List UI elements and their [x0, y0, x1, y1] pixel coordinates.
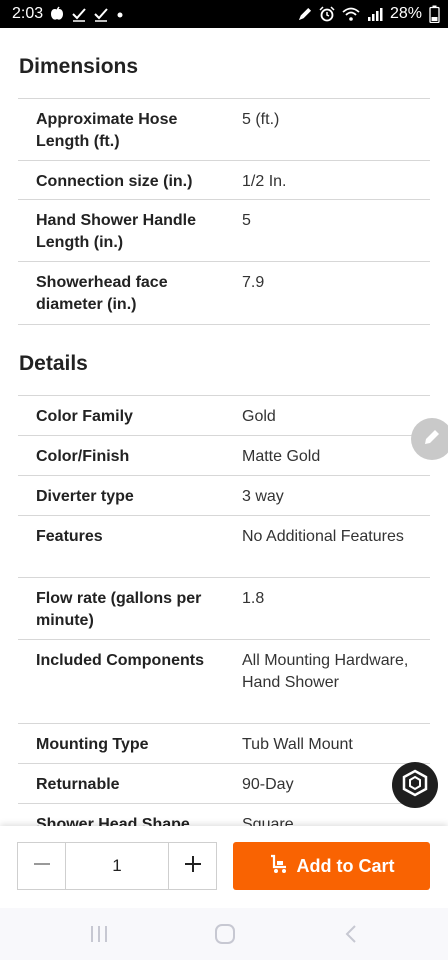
add-to-cart-bar: 1 Add to Cart [0, 826, 448, 908]
signal-icon [367, 6, 383, 22]
spec-row: Color Family Gold [18, 395, 430, 436]
decrease-quantity-button[interactable] [18, 843, 65, 889]
minus-icon [32, 854, 52, 879]
spec-row: Connection size (in.) 1/2 In. [18, 160, 430, 200]
spec-label: Approximate Hose Length (ft.) [36, 111, 178, 150]
increase-quantity-button[interactable] [169, 843, 216, 889]
spec-label: Color Family [36, 408, 133, 425]
spec-row: Included Components All Mounting Hardwar… [18, 639, 430, 724]
spec-row: Hand Shower Handle Length (in.) 5 [18, 199, 430, 262]
pen-icon [297, 7, 312, 22]
spec-value: 5 (ft.) [242, 111, 280, 128]
spec-label: Shower Head Shape [36, 816, 190, 826]
spec-value: Gold [242, 408, 276, 425]
spec-value: 3 way [242, 488, 284, 505]
spec-value: 7.9 [242, 274, 265, 291]
add-to-cart-label: Add to Cart [296, 855, 395, 876]
home-icon[interactable] [213, 922, 237, 951]
plus-icon [183, 854, 203, 879]
spec-label: Hand Shower Handle Length (in.) [36, 212, 197, 251]
dot-icon [115, 6, 125, 22]
specifications-panel[interactable]: Dimensions Approximate Hose Length (ft.)… [0, 28, 448, 826]
spec-row: Mounting Type Tub Wall Mount [18, 723, 430, 764]
quantity-stepper: 1 [17, 842, 217, 890]
spec-value: 5 [242, 212, 251, 229]
status-bar: 2:03 28% [0, 0, 448, 28]
spec-label: Color/Finish [36, 448, 130, 465]
wifi-icon [342, 6, 360, 22]
spec-row: Showerhead face diameter (in.) 7.9 [18, 261, 430, 325]
hexagon-icon [401, 769, 429, 802]
battery-text: 28% [389, 5, 422, 22]
spec-row: Features No Additional Features [18, 515, 430, 578]
spec-row: Approximate Hose Length (ft.) 5 (ft.) [18, 98, 430, 161]
spec-value: Square [242, 816, 294, 826]
spec-label: Flow rate (gallons per minute) [36, 590, 202, 629]
alarm-icon [319, 6, 335, 22]
add-to-cart-button[interactable]: Add to Cart [233, 842, 430, 890]
spec-value: No Additional Features [242, 528, 404, 545]
check-icon [93, 6, 109, 22]
status-time: 2:03 [12, 5, 44, 22]
spec-value: Tub Wall Mount [242, 736, 353, 753]
details-heading: Details [19, 352, 88, 375]
dimensions-heading: Dimensions [19, 55, 139, 78]
spec-label: Features [36, 528, 103, 545]
spec-row: Color/Finish Matte Gold [18, 435, 430, 476]
pencil-icon [422, 427, 442, 452]
spec-row: Returnable 90-Day [18, 763, 430, 804]
spec-label: Mounting Type [36, 736, 149, 753]
spec-value: 1/2 In. [242, 173, 287, 190]
spec-value: 1.8 [242, 590, 265, 607]
spec-label: Connection size (in.) [36, 173, 193, 190]
spec-label: Diverter type [36, 488, 134, 505]
cart-icon [269, 854, 289, 879]
back-icon[interactable] [340, 923, 362, 950]
spec-row: Shower Head Shape Square [18, 803, 430, 826]
spec-row: Flow rate (gallons per minute) 1.8 [18, 577, 430, 640]
recent-apps-icon[interactable] [88, 923, 110, 950]
spec-value: All Mounting Hardware, Hand Shower [242, 652, 409, 691]
spec-label: Showerhead face diameter (in.) [36, 274, 168, 313]
spec-label: Included Components [36, 652, 204, 669]
spec-row: Diverter type 3 way [18, 475, 430, 516]
system-navigation-bar [0, 908, 448, 960]
check-icon [71, 6, 87, 22]
spec-value: Matte Gold [242, 448, 321, 465]
assistant-fab-button[interactable] [392, 762, 438, 808]
quantity-input[interactable]: 1 [65, 843, 169, 889]
edit-fab-button[interactable] [411, 418, 448, 460]
spec-label: Returnable [36, 776, 120, 793]
battery-icon [429, 5, 440, 23]
apple-icon [49, 6, 65, 22]
